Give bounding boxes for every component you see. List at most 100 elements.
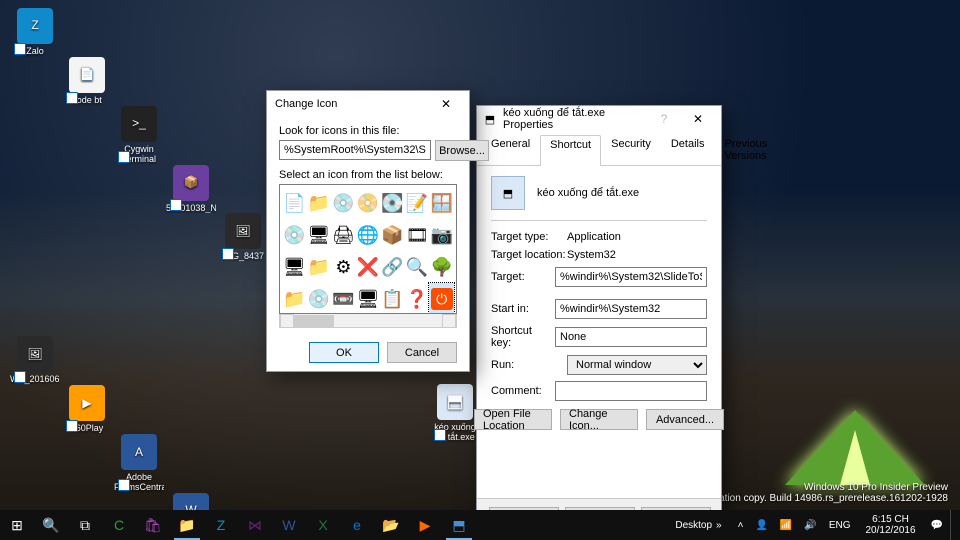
icon-choice[interactable]: 🖨 <box>331 219 356 251</box>
taskbar-explorer[interactable]: 📁 <box>170 510 204 540</box>
desktop-icon-shortcut-exe[interactable]: ⬒ kéo xuống để tắt.exe <box>430 384 480 443</box>
icon-choice[interactable]: 💽 <box>380 187 405 219</box>
desktop-icon[interactable]: >_Cygwin Terminal <box>114 106 164 165</box>
ok-button[interactable]: OK <box>309 342 379 363</box>
icon-glyph: 📄 <box>69 57 105 93</box>
run-label: Run: <box>491 359 567 371</box>
browse-button[interactable]: Browse... <box>435 140 489 161</box>
taskbar-taskview[interactable]: ⧉ <box>68 510 102 540</box>
icon-choice[interactable]: ⏻ <box>429 283 454 314</box>
properties-window[interactable]: ⬒ kéo xuống để tắt.exe Properties ? ✕ Ge… <box>476 105 722 537</box>
taskbar-excel[interactable]: X <box>306 510 340 540</box>
icon-path-field[interactable] <box>279 140 431 160</box>
icon-choice[interactable]: ❓ <box>405 283 430 314</box>
icon-choice[interactable]: 📼 <box>331 283 356 314</box>
open-file-location-button[interactable]: Open File Location <box>474 409 552 430</box>
change-icon-button[interactable]: Change Icon... <box>560 409 638 430</box>
build-watermark: Windows 10 Pro Insider Preview Evaluatio… <box>694 482 948 504</box>
taskbar-props[interactable]: ⬒ <box>442 510 476 540</box>
cancel-button[interactable]: Cancel <box>387 342 457 363</box>
icon-choice[interactable]: 💿 <box>331 187 356 219</box>
language-indicator[interactable]: ENG <box>824 510 856 540</box>
taskbar-folder[interactable]: 📂 <box>374 510 408 540</box>
taskbar[interactable]: ⊞🔍⧉C🛍📁Z⋈WXe📂▶⬒ Desktop» ˄ 👤 📶 🔊 ENG 6:15… <box>0 510 960 540</box>
icon-glyph: ▶ <box>69 385 105 421</box>
close-button[interactable]: ✕ <box>429 93 463 115</box>
taskbar-coccoc[interactable]: C <box>102 510 136 540</box>
icon-choice[interactable]: ❌ <box>356 251 381 283</box>
help-button[interactable]: ? <box>647 108 681 130</box>
action-center-icon[interactable]: 💬 <box>926 510 948 540</box>
taskbar-edge[interactable]: e <box>340 510 374 540</box>
taskbar-search[interactable]: 🔍 <box>34 510 68 540</box>
horizontal-scrollbar[interactable] <box>279 314 457 328</box>
taskbar-store[interactable]: 🛍 <box>136 510 170 540</box>
volume-icon[interactable]: 🔊 <box>799 510 821 540</box>
shortcut-large-icon: ⬒ <box>491 176 525 210</box>
tab-security[interactable]: Security <box>601 134 661 165</box>
icon-glyph: 📦 <box>173 165 209 201</box>
clock[interactable]: 6:15 CH 20/12/2016 <box>857 510 923 540</box>
icon-choice[interactable]: 📋 <box>380 283 405 314</box>
taskbar-word[interactable]: W <box>272 510 306 540</box>
icon-choice[interactable]: 📁 <box>307 251 332 283</box>
icon-choice[interactable]: 🔗 <box>380 251 405 283</box>
icon-choice[interactable]: ⚙ <box>331 251 356 283</box>
icon-choice[interactable]: 🖥 <box>356 283 381 314</box>
icon-glyph: 🖼 <box>17 336 53 372</box>
system-tray[interactable]: Desktop» ˄ 👤 📶 🔊 ENG 6:15 CH 20/12/2016 … <box>670 510 960 540</box>
icon-choice[interactable]: 🌳 <box>429 251 454 283</box>
icon-choice[interactable]: 📀 <box>356 187 381 219</box>
tray-chevron-up-icon[interactable]: ˄ <box>733 510 749 540</box>
icon-choice[interactable]: 📝 <box>405 187 430 219</box>
icon-glyph: 🖼 <box>225 213 261 249</box>
close-button[interactable]: ✕ <box>681 108 715 130</box>
taskbar-app[interactable]: ▶ <box>408 510 442 540</box>
show-desktop-button[interactable] <box>950 510 956 540</box>
taskbar-start[interactable]: ⊞ <box>0 510 34 540</box>
icon-list[interactable]: 📄📁💿📀💽📝🪟💿🖥🖨🌐📦🎞📷🖥📁⚙❌🔗🔍🌳📁💿📼🖥📋❓⏻ <box>279 184 457 314</box>
taskbar-zalo[interactable]: Z <box>204 510 238 540</box>
desktop-icon[interactable]: ▶360Play <box>62 385 112 434</box>
desktop-icon[interactable]: 📄 code bt <box>62 57 112 106</box>
tab-general[interactable]: General <box>481 134 540 165</box>
start-in-field[interactable] <box>555 299 707 319</box>
desktop-toolbar[interactable]: Desktop» <box>670 510 730 540</box>
icon-choice[interactable]: 💿 <box>307 283 332 314</box>
change-icon-window[interactable]: Change Icon ✕ Look for icons in this fil… <box>266 90 470 372</box>
target-field[interactable] <box>555 267 707 287</box>
desktop-icon[interactable]: 🖼IMG_8437 <box>218 213 268 262</box>
icon-choice[interactable]: 🔍 <box>405 251 430 283</box>
comment-field[interactable] <box>555 381 707 401</box>
icon-choice[interactable]: 🎞 <box>405 219 430 251</box>
advanced-button[interactable]: Advanced... <box>646 409 724 430</box>
icon-choice[interactable]: 📁 <box>307 187 332 219</box>
desktop-icon[interactable]: AAdobe FormsCentral <box>114 434 164 493</box>
icon-choice[interactable]: 💿 <box>282 219 307 251</box>
icon-choice[interactable]: 📷 <box>429 219 454 251</box>
tab-details[interactable]: Details <box>661 134 715 165</box>
icon-label: code bt <box>62 96 112 106</box>
icon-choice[interactable]: 🪟 <box>429 187 454 219</box>
icon-choice[interactable]: 🖥 <box>307 219 332 251</box>
app-name: kéo xuống để tắt.exe <box>537 187 639 199</box>
titlebar[interactable]: ⬒ kéo xuống để tắt.exe Properties ? ✕ <box>477 106 721 132</box>
desktop-icon[interactable]: 📦51101038_N… <box>166 165 216 214</box>
network-icon[interactable]: 📶 <box>775 510 797 540</box>
taskbar-vs[interactable]: ⋈ <box>238 510 272 540</box>
people-icon[interactable]: 👤 <box>750 510 772 540</box>
run-select[interactable]: Normal window <box>567 355 707 375</box>
icon-choice[interactable]: 🖥 <box>282 251 307 283</box>
titlebar[interactable]: Change Icon ✕ <box>267 91 469 117</box>
shortcut-key-field[interactable] <box>555 327 707 347</box>
tab-previous-versions[interactable]: Previous Versions <box>714 134 777 165</box>
icon-label: Adobe FormsCentral <box>114 473 164 493</box>
icon-choice[interactable]: 🌐 <box>356 219 381 251</box>
icon-choice[interactable]: 📦 <box>380 219 405 251</box>
desktop-icon[interactable]: ZZalo <box>10 8 60 57</box>
icon-choice[interactable]: 📄 <box>282 187 307 219</box>
window-title: Change Icon <box>273 98 429 110</box>
tab-shortcut[interactable]: Shortcut <box>540 135 601 166</box>
icon-choice[interactable]: 📁 <box>282 283 307 314</box>
desktop-icon[interactable]: 🖼WP_201606… <box>10 336 60 385</box>
